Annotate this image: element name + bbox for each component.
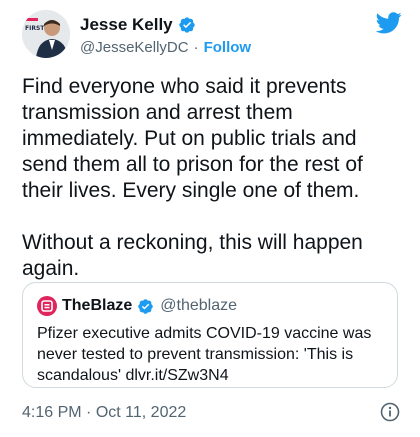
author-handle[interactable]: @JesseKellyDC <box>80 39 189 56</box>
tweet-time: 4:16 PM <box>22 404 82 421</box>
tweet-card: FIRST Jesse Kelly @JesseKellyDC · Follow <box>0 0 420 437</box>
avatar-image: FIRST <box>22 10 70 58</box>
name-row: Jesse Kelly <box>80 14 196 36</box>
verified-badge-icon <box>137 298 154 315</box>
quoted-tweet-header: TheBlaze @theblaze <box>37 295 237 317</box>
tweet-header: FIRST Jesse Kelly @JesseKellyDC · Follow <box>22 10 402 62</box>
quoted-author-name: TheBlaze <box>62 297 133 314</box>
follow-button[interactable]: Follow <box>204 39 252 56</box>
quoted-tweet[interactable]: TheBlaze @theblaze Pfizer executive admi… <box>22 282 398 388</box>
tweet-paragraph: Without a reckoning, this will happen ag… <box>22 231 363 280</box>
tweet-paragraph: Find everyone who said it prevents trans… <box>22 75 363 202</box>
theblaze-logo-icon <box>37 296 57 316</box>
author-name[interactable]: Jesse Kelly <box>80 15 173 35</box>
verified-badge-icon <box>178 16 196 34</box>
quoted-author-handle: @theblaze <box>160 297 237 314</box>
separator: · <box>86 404 92 421</box>
twitter-bird-icon[interactable] <box>375 12 402 39</box>
separator: · <box>193 38 199 56</box>
tweet-date: Oct 11, 2022 <box>95 404 187 421</box>
tweet-timestamp[interactable]: 4:16 PM · Oct 11, 2022 <box>22 404 186 422</box>
tweet-text: Find everyone who said it prevents trans… <box>22 74 404 282</box>
avatar[interactable]: FIRST <box>22 10 70 58</box>
quoted-tweet-text: Pfizer executive admits COVID-19 vaccine… <box>37 325 372 384</box>
avatar-badge-text: FIRST <box>25 25 45 32</box>
handle-row: @JesseKellyDC · Follow <box>80 37 251 57</box>
info-icon[interactable] <box>380 402 400 427</box>
